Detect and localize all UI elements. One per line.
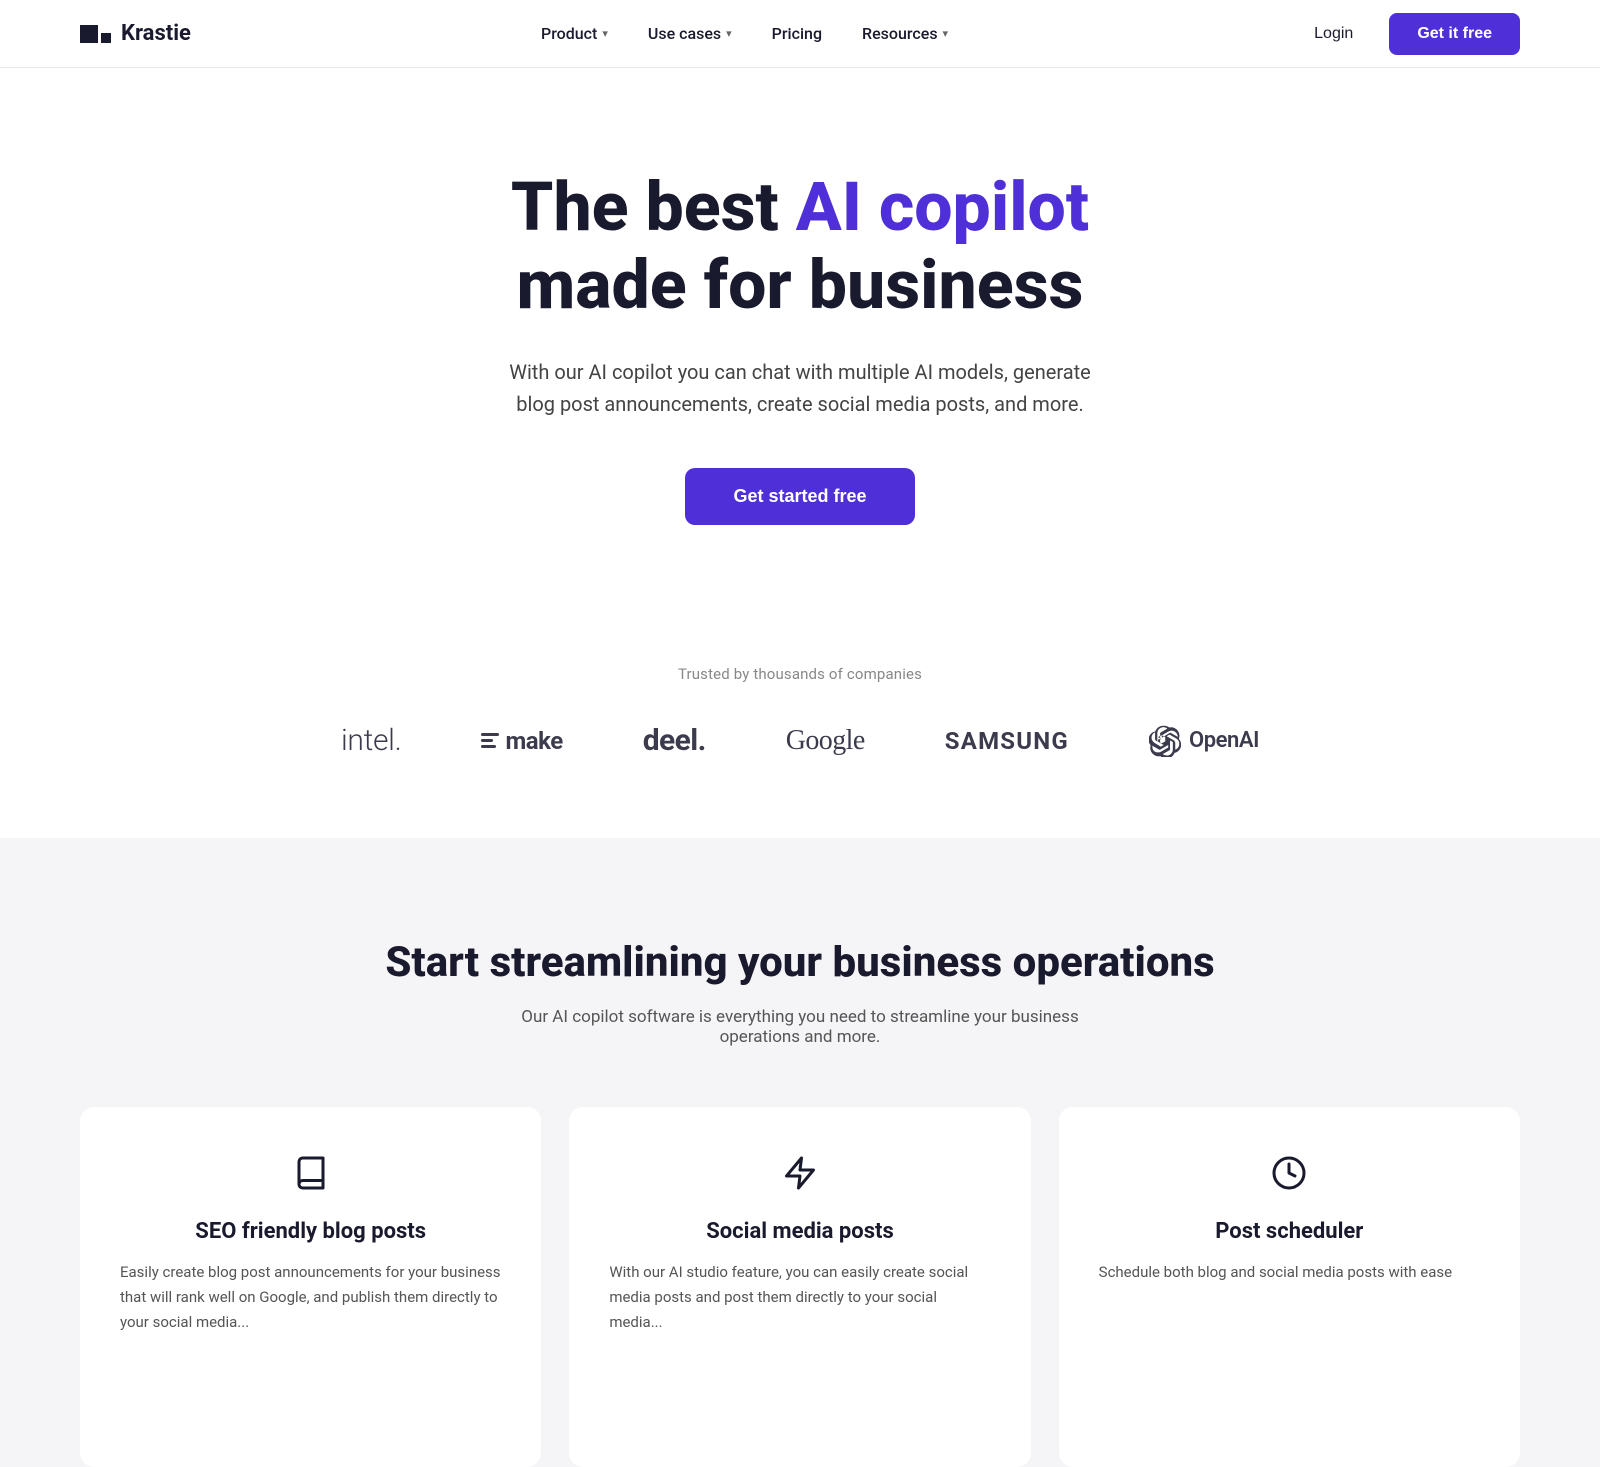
features-section: Start streamlining your business operati… [0,838,1600,1467]
hero-section: The best AI copilot made for business Wi… [0,68,1600,605]
nav-link-product[interactable]: Product ▾ [541,24,608,43]
nav-item-resources[interactable]: Resources ▾ [862,24,948,43]
main-nav: Product ▾ Use cases ▾ Pricing Resources … [541,24,948,43]
features-header: Start streamlining your business operati… [80,938,1520,1047]
make-text: make [505,727,562,755]
nav-label-product: Product [541,24,597,43]
nav-item-product[interactable]: Product ▾ [541,24,608,43]
chevron-down-icon-3: ▾ [943,27,949,40]
features-subtitle: Our AI copilot software is everything yo… [490,1007,1110,1047]
feature-desc-scheduler: Schedule both blog and social media post… [1099,1260,1480,1285]
chevron-down-icon: ▾ [602,27,608,40]
nav-label-resources: Resources [862,24,938,43]
logo-square-small [101,33,111,43]
navbar-actions: Login Get it free [1298,13,1520,55]
feature-title-social: Social media posts [609,1219,990,1244]
clock-icon [1099,1155,1480,1199]
book-icon [120,1155,501,1199]
nav-label-use-cases: Use cases [648,24,721,43]
features-grid: SEO friendly blog posts Easily create bl… [80,1107,1520,1467]
feature-card-scheduler: Post scheduler Schedule both blog and so… [1059,1107,1520,1467]
openai-logo: OpenAI [1149,725,1259,757]
google-logo: Google [786,725,865,757]
deel-logo: deel. [643,723,706,758]
nav-link-pricing[interactable]: Pricing [772,24,822,43]
intel-logo: intel. [341,723,402,758]
trusted-logos: intel. make deel. Google SAMSUNG OpenAI [80,723,1520,758]
get-it-free-button[interactable]: Get it free [1389,13,1520,55]
nav-label-pricing: Pricing [772,24,822,43]
trusted-section: Trusted by thousands of companies intel.… [0,605,1600,838]
chevron-down-icon-2: ▾ [726,27,732,40]
hero-subtitle: With our AI copilot you can chat with mu… [500,356,1100,420]
login-button[interactable]: Login [1298,17,1369,51]
openai-text: OpenAI [1189,728,1259,753]
bolt-icon [609,1155,990,1199]
hero-title: The best AI copilot made for business [80,168,1520,324]
features-title: Start streamlining your business operati… [80,938,1520,987]
hero-title-end: made for business [517,245,1084,325]
logo-text: Krastie [121,21,191,46]
feature-card-seo: SEO friendly blog posts Easily create bl… [80,1107,541,1467]
navbar: Krastie Product ▾ Use cases ▾ Pricing Re… [0,0,1600,68]
nav-item-use-cases[interactable]: Use cases ▾ [648,24,732,43]
samsung-logo: SAMSUNG [945,727,1069,755]
hero-title-plain: The best [511,167,796,247]
make-logo: make [481,727,562,755]
trusted-label: Trusted by thousands of companies [80,665,1520,683]
hero-title-highlight: AI copilot [796,167,1089,247]
nav-item-pricing[interactable]: Pricing [772,24,822,43]
openai-icon [1149,725,1181,757]
logo-icon [80,25,111,43]
get-started-button[interactable]: Get started free [685,468,914,525]
feature-desc-social: With our AI studio feature, you can easi… [609,1260,990,1334]
nav-link-resources[interactable]: Resources ▾ [862,24,948,43]
feature-title-scheduler: Post scheduler [1099,1219,1480,1244]
feature-title-seo: SEO friendly blog posts [120,1219,501,1244]
feature-card-social: Social media posts With our AI studio fe… [569,1107,1030,1467]
make-bars-icon [481,733,499,748]
logo-link[interactable]: Krastie [80,21,191,46]
feature-desc-seo: Easily create blog post announcements fo… [120,1260,501,1334]
nav-link-use-cases[interactable]: Use cases ▾ [648,24,732,43]
logo-square-big [80,25,98,43]
